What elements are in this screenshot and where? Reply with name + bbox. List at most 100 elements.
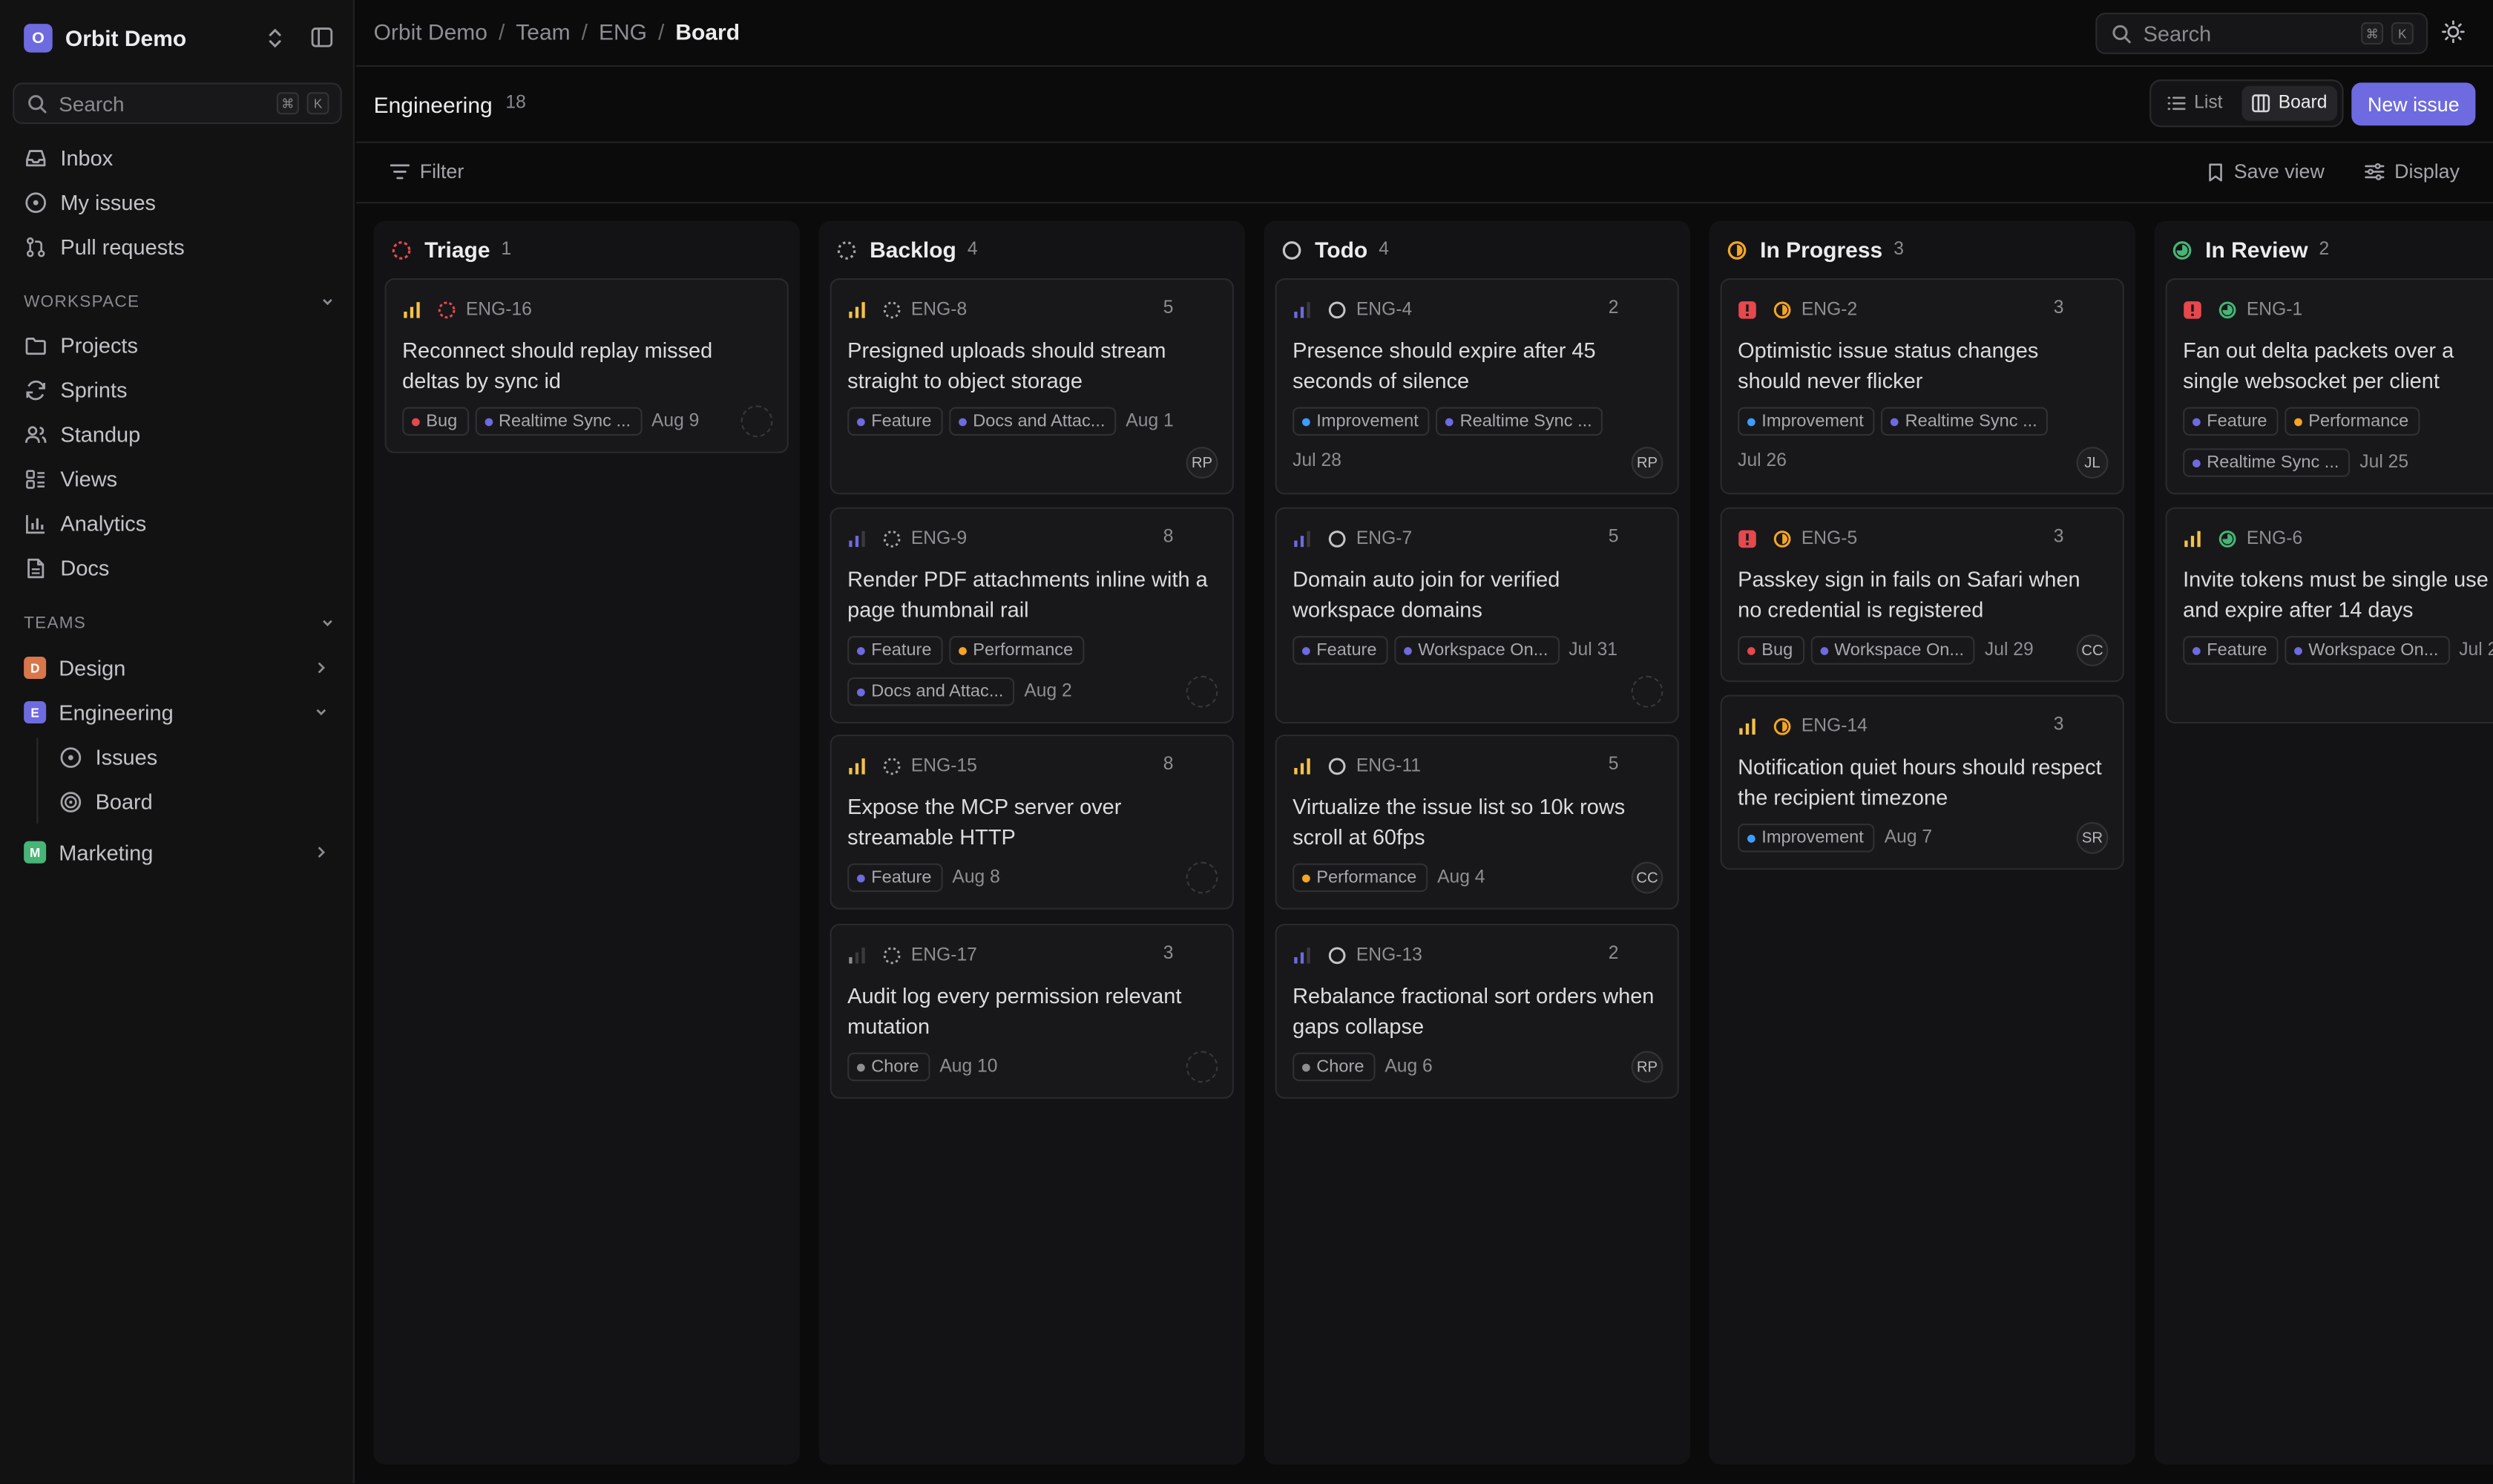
display-button[interactable]: Display: [2364, 160, 2460, 183]
nav-eng-issues[interactable]: Issues: [47, 738, 341, 775]
issue-card[interactable]: ENG-9 8 Render PDF attachments inline wi…: [830, 507, 1234, 723]
column-backlog: Backlog 4 ENG-8 5 Presigned uploads shou…: [818, 220, 1245, 1465]
nav-analytics[interactable]: Analytics: [13, 504, 342, 542]
nav-docs[interactable]: Docs: [13, 548, 342, 586]
nav-eng-board[interactable]: Board: [47, 782, 341, 820]
assignee-avatar-empty[interactable]: [1186, 675, 1218, 708]
project-chip[interactable]: Workspace On...: [1810, 636, 1976, 665]
issue-card[interactable]: ENG-5 3 Passkey sign in fails on Safari …: [1720, 507, 2124, 683]
nav-pull-requests[interactable]: Pull requests: [13, 227, 342, 265]
chevron-up-down-icon[interactable]: [266, 25, 285, 50]
workspace-switcher[interactable]: O Orbit Demo: [24, 22, 335, 54]
nav-sprints[interactable]: Sprints: [13, 370, 342, 408]
issue-title: Optimistic issue status changes should n…: [1738, 338, 2039, 393]
column-header[interactable]: Backlog 4: [836, 237, 978, 263]
label-chip[interactable]: Feature: [847, 407, 943, 436]
label-chip[interactable]: Performance: [949, 636, 1085, 665]
crumb-eng[interactable]: ENG: [599, 19, 647, 45]
label-chip[interactable]: Improvement: [1293, 407, 1430, 436]
label-chip[interactable]: Feature: [1293, 636, 1388, 665]
save-view-button[interactable]: Save view: [2207, 160, 2325, 183]
nav-my-issues[interactable]: My issues: [13, 183, 342, 220]
new-issue-button[interactable]: New issue: [2351, 82, 2476, 126]
due-date: Aug 1: [1126, 412, 1174, 431]
assignee-avatar[interactable]: JL: [2076, 447, 2109, 479]
project-chip[interactable]: Workspace On...: [2285, 636, 2450, 665]
top-search[interactable]: ⌘ K: [2095, 13, 2428, 54]
issue-card[interactable]: ENG-15 8 Expose the MCP server over stre…: [830, 734, 1234, 910]
team-engineering[interactable]: E Engineering: [13, 693, 342, 731]
board-view-button[interactable]: Board: [2241, 85, 2337, 121]
project-chip[interactable]: Realtime Sync ...: [2183, 448, 2351, 477]
issue-card[interactable]: ENG-2 3 Optimistic issue status changes …: [1720, 278, 2124, 495]
issue-card[interactable]: ENG-6 Invite tokens must be single use a…: [2165, 507, 2493, 723]
label-chip[interactable]: Feature: [847, 863, 943, 893]
nav-standup[interactable]: Standup: [13, 415, 342, 453]
project-chip[interactable]: Realtime Sync ...: [1881, 407, 2049, 436]
assignee-avatar-empty[interactable]: [1631, 675, 1663, 708]
column-header[interactable]: Todo 4: [1281, 237, 1389, 263]
label-chip[interactable]: Chore: [1293, 1052, 1376, 1082]
label-dot: [958, 646, 967, 654]
list-view-button[interactable]: List: [2158, 86, 2233, 121]
nav-projects[interactable]: Projects: [13, 326, 342, 364]
assignee-avatar[interactable]: CC: [1631, 861, 1663, 894]
label-chip[interactable]: Chore: [847, 1052, 930, 1082]
top-search-input[interactable]: [2143, 21, 2334, 46]
crumb-team[interactable]: Team: [516, 19, 570, 45]
assignee-avatar[interactable]: RP: [1186, 447, 1218, 479]
assignee-avatar-empty[interactable]: [740, 405, 773, 438]
label-chip[interactable]: Feature: [847, 636, 943, 665]
issue-card[interactable]: ENG-16 Reconnect should replay missed de…: [384, 278, 789, 453]
team-design[interactable]: D Design: [13, 649, 342, 686]
assignee-avatar[interactable]: RP: [1631, 447, 1663, 479]
assignee-avatar[interactable]: RP: [1631, 1051, 1663, 1083]
assignee-avatar-empty[interactable]: [1186, 861, 1218, 894]
project-chip[interactable]: Docs and Attac...: [847, 677, 1015, 706]
issue-card[interactable]: ENG-14 3 Notification quiet hours should…: [1720, 695, 2124, 870]
sidebar-search[interactable]: ⌘ K: [13, 82, 342, 125]
label-chip[interactable]: Improvement: [1738, 824, 1875, 853]
column-header[interactable]: In Progress 3: [1727, 237, 1904, 263]
issue-card[interactable]: ENG-17 3 Audit log every permission rele…: [830, 924, 1234, 1099]
meta-row: Performance Aug 4: [1293, 863, 1498, 893]
workspace-section-header[interactable]: WORKSPACE: [24, 292, 335, 312]
label-chip[interactable]: Feature: [2183, 407, 2279, 436]
teams-section-header[interactable]: TEAMS: [24, 614, 335, 633]
issue-card[interactable]: ENG-8 5 Presigned uploads should stream …: [830, 278, 1234, 495]
assignee-avatar-empty[interactable]: [1186, 1051, 1218, 1083]
project-chip[interactable]: Docs and Attac...: [949, 407, 1117, 436]
issue-card[interactable]: ENG-11 5 Virtualize the issue list so 10…: [1275, 734, 1679, 910]
assignee-avatar[interactable]: CC: [2076, 634, 2109, 666]
sidebar-search-input[interactable]: [59, 91, 250, 116]
estimate: 5: [1608, 755, 1619, 775]
assignee-avatar[interactable]: SR: [2076, 821, 2109, 854]
nav-inbox[interactable]: Inbox: [13, 138, 342, 176]
save-view-label: Save view: [2233, 160, 2325, 183]
project-chip[interactable]: Realtime Sync ...: [1436, 407, 1603, 436]
project-chip[interactable]: Realtime Sync ...: [474, 407, 643, 436]
sidebar-toggle-icon[interactable]: [310, 25, 334, 49]
label-chip[interactable]: Bug: [1738, 636, 1804, 665]
label-chip[interactable]: Improvement: [1738, 407, 1875, 436]
sun-icon[interactable]: [2440, 19, 2466, 45]
label-chip[interactable]: Performance: [2285, 407, 2420, 436]
column-header[interactable]: Triage 1: [391, 237, 511, 263]
label-chip[interactable]: Bug: [402, 407, 469, 436]
label-chip[interactable]: Performance: [1293, 863, 1428, 893]
nav-views[interactable]: Views: [13, 459, 342, 497]
label-chip[interactable]: Feature: [2183, 636, 2279, 665]
issue-title-text: Fan out delta packets over a single webs…: [2183, 338, 2454, 393]
estimate: 3: [2053, 715, 2064, 735]
filter-button[interactable]: Filter: [390, 160, 464, 183]
issue-card[interactable]: ENG-1 Fan out delta packets over a singl…: [2165, 278, 2493, 495]
crumb-workspace[interactable]: Orbit Demo: [374, 19, 487, 45]
project-chip[interactable]: Workspace On...: [1394, 636, 1560, 665]
kbd-k: K: [306, 92, 329, 115]
issue-card[interactable]: ENG-7 5 Domain auto join for verified wo…: [1275, 507, 1679, 723]
issue-card[interactable]: ENG-13 2 Rebalance fractional sort order…: [1275, 924, 1679, 1099]
column-header[interactable]: In Review 2: [2172, 237, 2329, 263]
team-marketing[interactable]: M Marketing: [13, 833, 342, 871]
team-badge: D: [24, 657, 47, 679]
issue-card[interactable]: ENG-4 2 Presence should expire after 45 …: [1275, 278, 1679, 495]
